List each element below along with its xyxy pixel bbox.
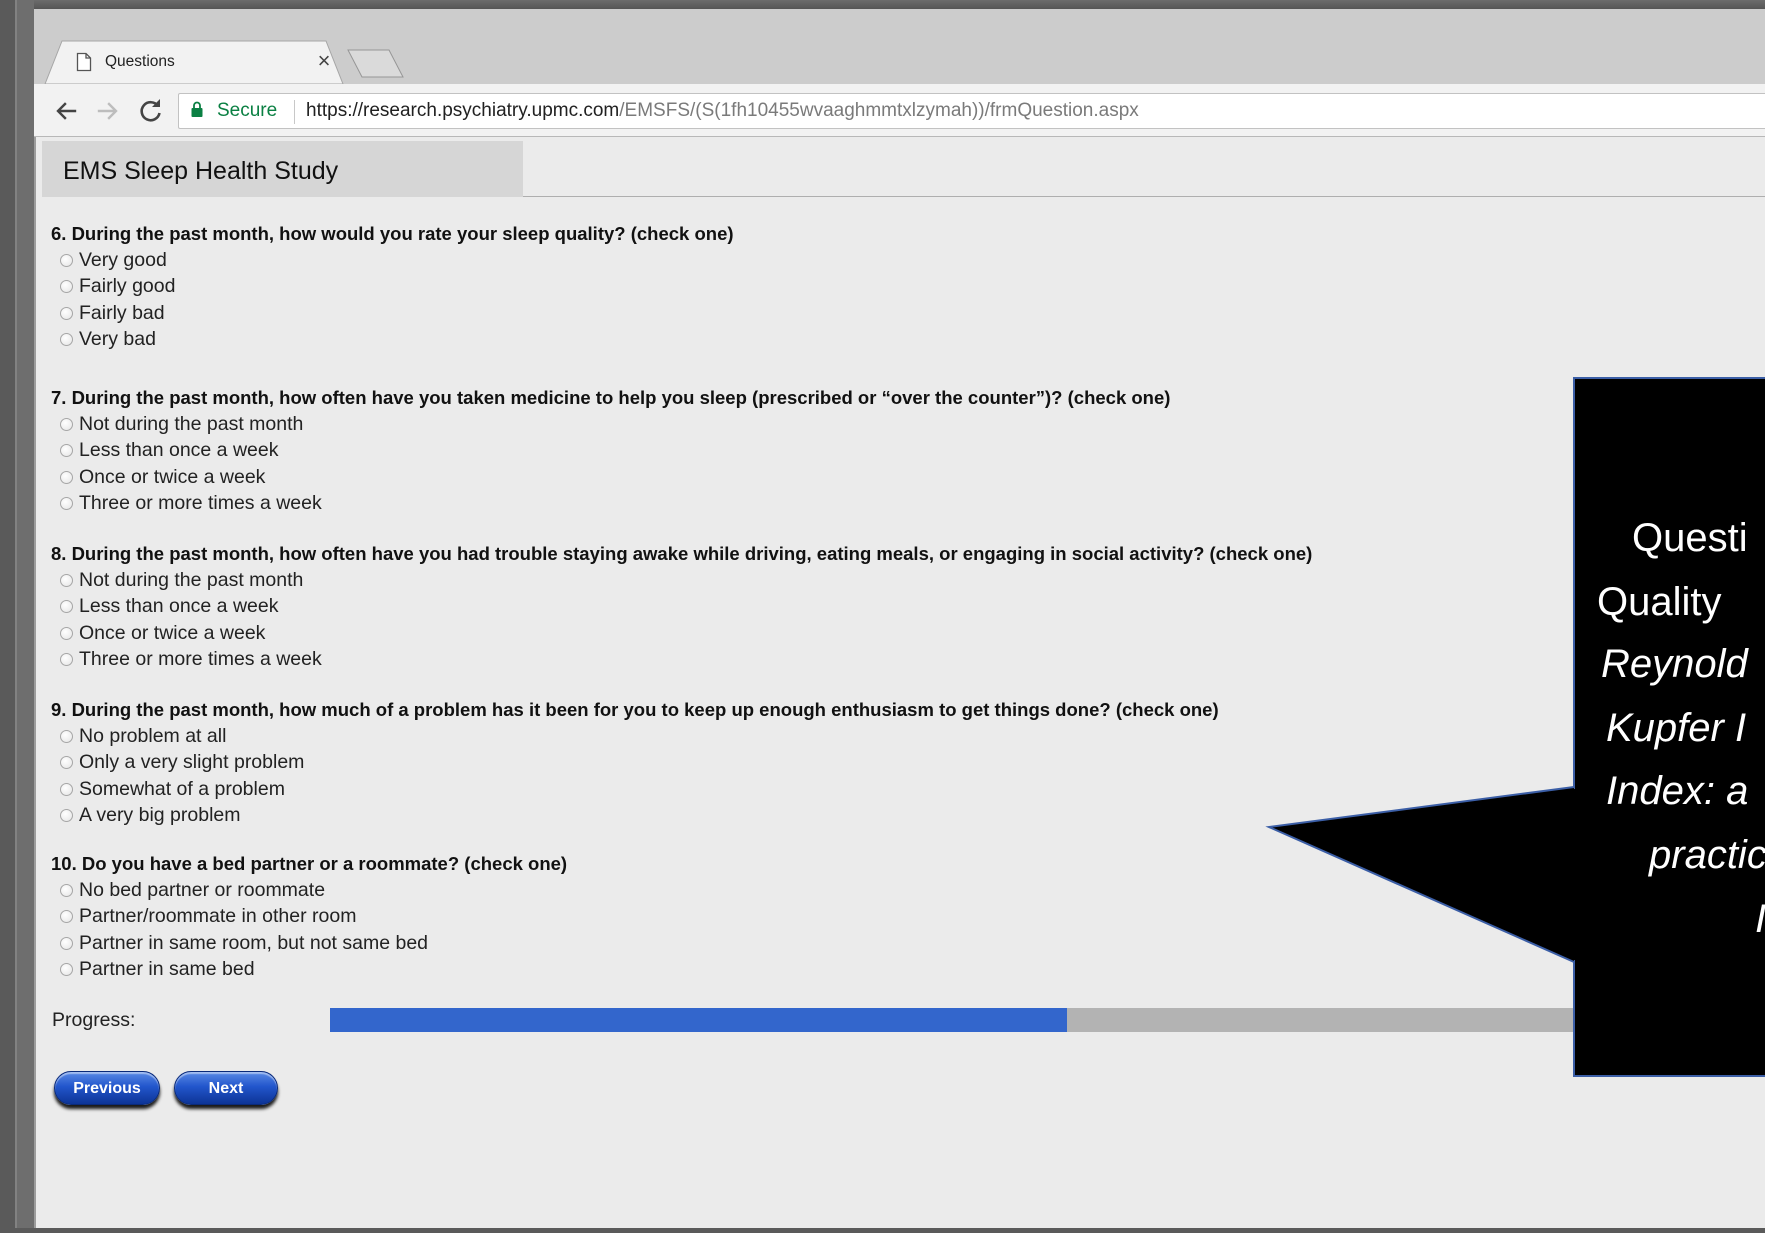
answer-option[interactable]: Fairly bad [58,300,478,327]
callout-box: Questi Quality Reynold Kupfer I Index: a… [1573,377,1765,1077]
radio-button[interactable] [60,809,73,822]
question-text: 6. During the past month, how would you … [51,223,734,244]
radio-button[interactable] [60,306,73,320]
radio-button[interactable] [60,573,73,587]
radio-button[interactable] [60,883,73,897]
new-tab-icon[interactable] [345,48,407,80]
option-label[interactable]: Partner/roommate in other room [79,903,356,930]
option-label[interactable]: Once or twice a week [79,620,265,647]
answer-option[interactable]: Fairly good [58,273,478,300]
callout-line: Questi [1632,516,1748,560]
lock-icon [191,101,203,117]
callout-line: Quality [1597,580,1722,624]
answer-option[interactable]: Very bad [58,326,478,353]
header-divider [523,196,1765,197]
radio-button[interactable] [60,653,73,666]
answer-option[interactable]: Once or twice a week [58,620,478,647]
answer-option[interactable]: Once or twice a week [58,464,478,491]
answer-option[interactable]: Only a very slight problem [58,749,478,776]
close-icon[interactable]: × [313,48,335,74]
forward-arrow-icon[interactable] [96,99,120,123]
radio-button[interactable] [60,756,73,769]
question-text: 8. During the past month, how often have… [51,543,1313,564]
option-label[interactable]: Once or twice a week [79,464,265,491]
question-text: 10. Do you have a bed partner or a roomm… [51,853,568,874]
option-label[interactable]: Only a very slight problem [79,749,304,776]
option-label[interactable]: No bed partner or roommate [79,877,325,904]
answer-option[interactable]: Three or more times a week [58,646,478,673]
question-text: 7. During the past month, how often have… [51,387,1171,408]
answer-option[interactable]: Partner in same room, but not same bed [58,930,478,957]
option-label[interactable]: Very bad [79,326,156,353]
option-label[interactable]: Not during the past month [79,411,303,438]
option-label[interactable]: Not during the past month [79,567,303,594]
callout-line: Reynold [1601,642,1748,686]
window-frame-left [0,0,34,1233]
radio-button[interactable] [60,910,73,923]
radio-button[interactable] [60,963,73,976]
radio-button[interactable] [60,253,73,267]
radio-button[interactable] [60,729,73,743]
answer-option[interactable]: A very big problem [58,802,478,829]
question-text: 9. During the past month, how much of a … [51,699,1219,720]
radio-button[interactable] [60,497,73,510]
radio-button[interactable] [60,600,73,613]
callout-line: Kupfer I [1606,706,1747,750]
window-frame-bottom [0,1228,1765,1233]
reload-icon[interactable] [138,98,164,124]
radio-button[interactable] [60,444,73,457]
back-arrow-icon[interactable] [54,99,78,123]
progress-bar [330,1008,1695,1032]
option-label[interactable]: Fairly good [79,273,175,300]
page-icon [76,52,92,72]
radio-button[interactable] [60,333,73,346]
answer-option[interactable]: Partner in same bed [58,956,478,983]
option-label[interactable]: Three or more times a week [79,490,322,517]
option-label[interactable]: Less than once a week [79,437,278,464]
radio-button[interactable] [60,470,73,484]
secure-label[interactable]: Secure [217,99,277,123]
answer-option[interactable]: Not during the past month [58,411,478,438]
url-host: https://research.psychiatry.upmc.com [306,100,620,121]
next-button[interactable]: Next [174,1071,278,1105]
site-title: EMS Sleep Health Study [63,157,339,185]
option-label[interactable]: Partner in same bed [79,956,255,983]
url-text[interactable]: https://research.psychiatry.upmc.com/EMS… [306,99,1139,123]
answer-option[interactable]: Three or more times a week [58,490,478,517]
radio-button[interactable] [60,626,73,640]
answer-option[interactable]: No problem at all [58,723,478,750]
progress-fill [330,1008,1068,1032]
answer-option[interactable]: Partner/roommate in other room [58,903,478,930]
answer-option[interactable]: Not during the past month [58,567,478,594]
callout-line: practic [1649,833,1765,877]
option-label[interactable]: No problem at all [79,723,226,750]
callout-pointer [1265,786,1580,963]
radio-button[interactable] [60,417,73,431]
option-label[interactable]: Partner in same room, but not same bed [79,930,428,957]
window-frame-band [15,0,34,1233]
option-label[interactable]: Very good [79,247,167,274]
answer-option[interactable]: No bed partner or roommate [58,877,478,904]
window-frame-top [0,0,1765,9]
option-label[interactable]: Less than once a week [79,593,278,620]
url-path: /EMSFS/(S(1fh10455wvaaghmmtxlzymah))/frm… [619,100,1139,121]
previous-button[interactable]: Previous [54,1071,160,1105]
option-label[interactable]: Somewhat of a problem [79,776,285,803]
progress-label: Progress: [52,1009,136,1031]
radio-button[interactable] [60,280,73,293]
option-label[interactable]: Fairly bad [79,300,165,327]
answer-option[interactable]: Somewhat of a problem [58,776,478,803]
option-label[interactable]: Three or more times a week [79,646,322,673]
callout-line: I [1755,895,1765,943]
radio-button[interactable] [60,936,73,950]
tab-title[interactable]: Questions [105,51,175,73]
answer-option[interactable]: Less than once a week [58,437,478,464]
answer-option[interactable]: Very good [58,247,478,274]
radio-button[interactable] [60,782,73,796]
option-label[interactable]: A very big problem [79,802,241,829]
answer-option[interactable]: Less than once a week [58,593,478,620]
address-separator [294,100,295,124]
callout-line: Index: a [1606,769,1749,813]
